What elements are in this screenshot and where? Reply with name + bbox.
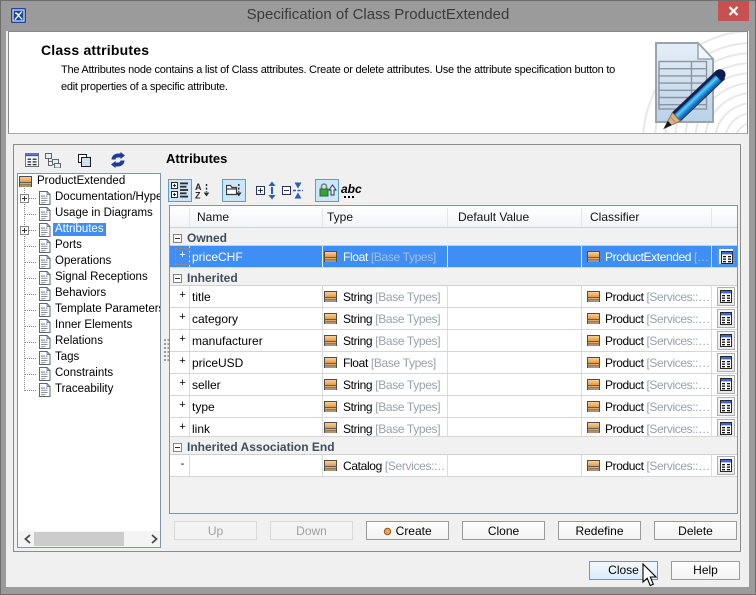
svg-text:Z: Z [195, 191, 201, 200]
svg-text:abc: abc [341, 183, 362, 196]
